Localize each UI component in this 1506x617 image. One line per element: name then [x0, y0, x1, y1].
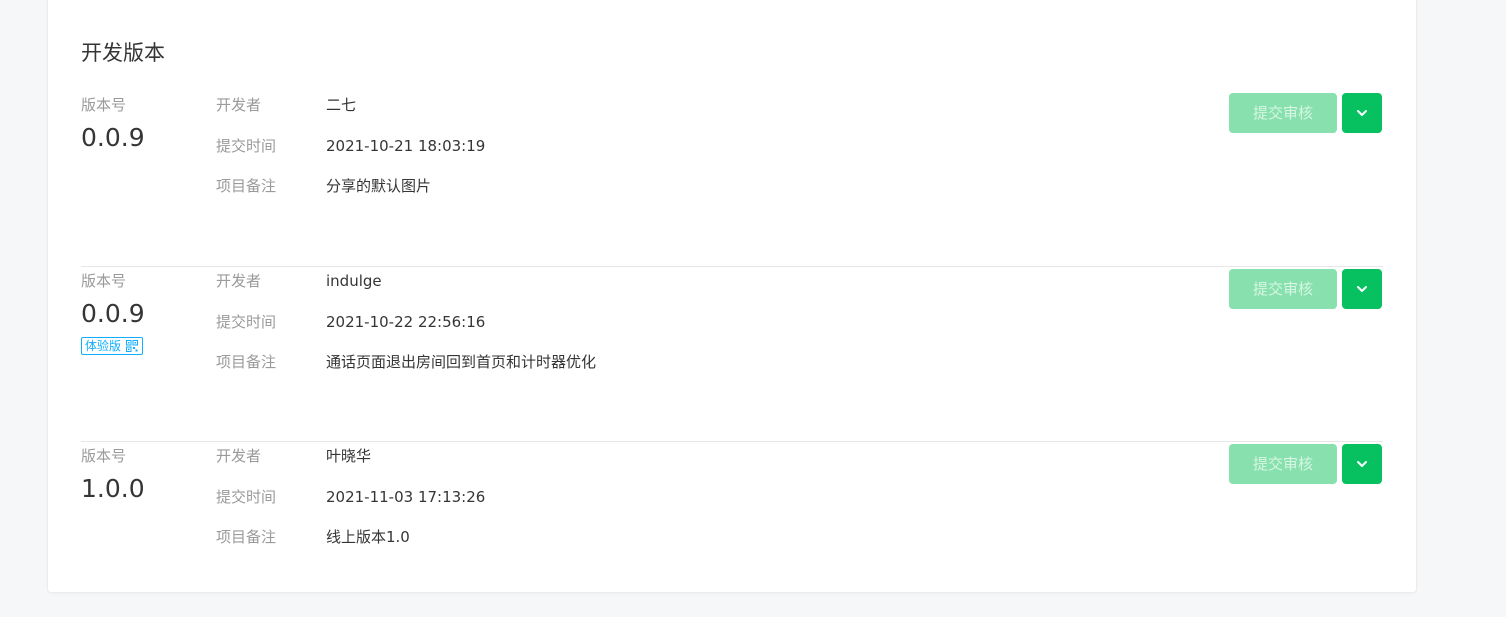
developer-label: 开发者 — [216, 447, 262, 465]
section-title: 开发版本 — [81, 41, 165, 65]
more-actions-dropdown-button[interactable] — [1342, 93, 1382, 133]
submit-time-value: 2021-10-22 22:56:16 — [326, 313, 486, 331]
submit-review-button[interactable]: 提交审核 — [1229, 269, 1337, 309]
version-item: 版本号 0.0.9 开发者 二七 提交时间 2021-10-21 18:03:1… — [81, 91, 1383, 266]
chevron-down-icon — [1357, 461, 1367, 467]
trial-version-badge[interactable]: 体验版 — [81, 337, 144, 355]
version-number: 1.0.0 — [81, 474, 145, 503]
developer-value: 二七 — [326, 96, 357, 114]
remark-value: 分享的默认图片 — [326, 177, 432, 195]
remark-value: 线上版本1.0 — [326, 528, 410, 546]
version-label: 版本号 — [81, 96, 127, 114]
remark-label: 项目备注 — [216, 177, 277, 195]
chevron-down-icon — [1357, 110, 1367, 116]
submit-time-label: 提交时间 — [216, 488, 277, 506]
more-actions-dropdown-button[interactable] — [1342, 269, 1382, 309]
more-actions-dropdown-button[interactable] — [1342, 444, 1382, 484]
submit-time-label: 提交时间 — [216, 137, 277, 155]
version-label: 版本号 — [81, 447, 127, 465]
qrcode-icon — [126, 340, 139, 352]
developer-label: 开发者 — [216, 96, 262, 114]
submit-review-button[interactable]: 提交审核 — [1229, 93, 1337, 133]
version-label: 版本号 — [81, 272, 127, 290]
submit-time-value: 2021-11-03 17:13:26 — [326, 488, 486, 506]
chevron-down-icon — [1357, 286, 1367, 292]
version-item: 版本号 1.0.0 开发者 叶晓华 提交时间 2021-11-03 17:13:… — [81, 441, 1383, 617]
developer-label: 开发者 — [216, 272, 262, 290]
dev-versions-card: 开发版本 版本号 0.0.9 开发者 二七 提交时间 2021-10-21 18… — [47, 0, 1417, 593]
version-item: 版本号 0.0.9 体验版 开发者 indulge 提交时间 2021-10-2… — [81, 266, 1383, 442]
developer-value: indulge — [326, 272, 382, 290]
remark-value: 通话页面退出房间回到首页和计时器优化 — [326, 353, 597, 371]
trial-badge-label: 体验版 — [85, 339, 122, 353]
submit-review-button[interactable]: 提交审核 — [1229, 444, 1337, 484]
submit-time-label: 提交时间 — [216, 313, 277, 331]
remark-label: 项目备注 — [216, 353, 277, 371]
submit-time-value: 2021-10-21 18:03:19 — [326, 137, 486, 155]
version-number: 0.0.9 — [81, 123, 145, 152]
version-number: 0.0.9 — [81, 299, 145, 328]
developer-value: 叶晓华 — [326, 447, 372, 465]
remark-label: 项目备注 — [216, 528, 277, 546]
